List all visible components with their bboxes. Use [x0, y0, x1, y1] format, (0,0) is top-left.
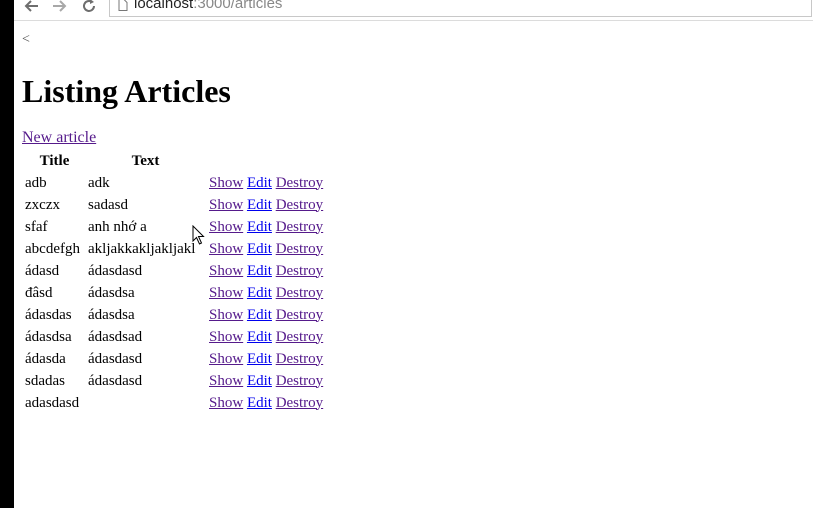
edit-link[interactable]: Edit	[247, 285, 272, 301]
article-text-cell: ádasdsa	[88, 284, 135, 301]
address-bar[interactable]: localhost:3000/articles	[109, 0, 812, 17]
table-row: đâsd ádasdsa Show Edit Destroy	[24, 283, 324, 303]
article-text-cell: adk	[88, 174, 110, 191]
table-row: ádasdsa ádasdsad Show Edit Destroy	[24, 327, 324, 347]
table-row: sfaf anh nhớ a Show Edit Destroy	[24, 217, 324, 237]
destroy-link[interactable]: Destroy	[276, 219, 324, 235]
article-actions-cell: Show Edit Destroy	[206, 371, 324, 391]
url-text: localhost:3000/articles	[134, 0, 282, 12]
article-text-cell	[87, 393, 204, 413]
edit-link[interactable]: Edit	[247, 373, 272, 389]
article-text-cell: akljakkakljakljakl	[88, 240, 196, 257]
table-header-row: Title Text	[24, 151, 324, 171]
destroy-link[interactable]: Destroy	[276, 263, 324, 279]
back-arrow-icon[interactable]	[22, 0, 40, 15]
column-header-actions	[206, 151, 324, 171]
article-actions-cell: Show Edit Destroy	[206, 305, 324, 325]
article-text-cell: ádasdasd	[88, 262, 143, 279]
destroy-link[interactable]: Destroy	[276, 285, 324, 301]
destroy-link[interactable]: Destroy	[276, 241, 324, 257]
column-header-text: Text	[131, 152, 160, 169]
article-text-cell: sadasd	[88, 196, 128, 213]
table-row: ádasdas ádasdsa Show Edit Destroy	[24, 305, 324, 325]
edit-link[interactable]: Edit	[247, 351, 272, 367]
column-header-title: Title	[39, 152, 70, 169]
show-link[interactable]: Show	[209, 175, 243, 191]
article-title-cell: abcdefgh	[25, 240, 80, 257]
forward-arrow-icon[interactable]	[51, 0, 69, 15]
article-actions-cell: Show Edit Destroy	[206, 195, 324, 215]
article-title-cell: sdadas	[25, 372, 65, 389]
show-link[interactable]: Show	[209, 351, 243, 367]
show-link[interactable]: Show	[209, 263, 243, 279]
url-host: localhost	[134, 0, 194, 12]
article-actions-cell: Show Edit Destroy	[206, 327, 324, 347]
article-title-cell: sfaf	[25, 218, 48, 235]
show-link[interactable]: Show	[209, 219, 243, 235]
article-title-cell: ádasdsa	[25, 328, 72, 345]
articles-table: Title Text adb adk Show Edit Destroy zxczx s…	[22, 149, 326, 415]
article-actions-cell: Show Edit Destroy	[206, 283, 324, 303]
show-link[interactable]: Show	[209, 373, 243, 389]
table-row: sdadas ádasdasd Show Edit Destroy	[24, 371, 324, 391]
mouse-pointer-icon	[192, 224, 206, 250]
edit-link[interactable]: Edit	[247, 175, 272, 191]
table-row: ádasda ádasdasd Show Edit Destroy	[24, 349, 324, 369]
destroy-link[interactable]: Destroy	[276, 307, 324, 323]
table-row: adb adk Show Edit Destroy	[24, 173, 324, 193]
show-link[interactable]: Show	[209, 395, 243, 411]
reload-icon[interactable]	[80, 0, 98, 15]
table-body: adb adk Show Edit Destroy zxczx sadasd Show E…	[24, 173, 324, 413]
edit-link[interactable]: Edit	[247, 241, 272, 257]
table-row: zxczx sadasd Show Edit Destroy	[24, 195, 324, 215]
article-text-cell: ádasdsad	[88, 328, 143, 345]
show-link[interactable]: Show	[209, 307, 243, 323]
left-black-strip	[0, 0, 14, 508]
article-text-cell: ádasdasd	[88, 372, 143, 389]
show-link[interactable]: Show	[209, 329, 243, 345]
url-path: :3000/articles	[193, 0, 283, 12]
edit-link[interactable]: Edit	[247, 395, 272, 411]
back-link[interactable]: <	[22, 32, 30, 48]
article-actions-cell: Show Edit Destroy	[206, 173, 324, 193]
article-text-cell: ádasdasd	[88, 350, 143, 367]
show-link[interactable]: Show	[209, 285, 243, 301]
edit-link[interactable]: Edit	[247, 307, 272, 323]
page-icon	[118, 0, 128, 16]
article-actions-cell: Show Edit Destroy	[206, 261, 324, 281]
destroy-link[interactable]: Destroy	[276, 329, 324, 345]
article-title-cell: ádasdas	[25, 306, 72, 323]
article-actions-cell: Show Edit Destroy	[206, 239, 324, 259]
destroy-link[interactable]: Destroy	[276, 197, 324, 213]
article-actions-cell: Show Edit Destroy	[206, 349, 324, 369]
article-actions-cell: Show Edit Destroy	[206, 217, 324, 237]
destroy-link[interactable]: Destroy	[276, 373, 324, 389]
destroy-link[interactable]: Destroy	[276, 395, 324, 411]
browser-toolbar: localhost:3000/articles	[14, 0, 813, 21]
article-text-cell: ádasdsa	[88, 306, 135, 323]
table-row: adasdasd Show Edit Destroy	[24, 393, 324, 413]
show-link[interactable]: Show	[209, 197, 243, 213]
edit-link[interactable]: Edit	[247, 263, 272, 279]
article-title-cell: zxczx	[25, 196, 60, 213]
article-title-cell: adb	[25, 174, 47, 191]
table-row: ádasd ádasdasd Show Edit Destroy	[24, 261, 324, 281]
edit-link[interactable]: Edit	[247, 197, 272, 213]
edit-link[interactable]: Edit	[247, 329, 272, 345]
article-title-cell: adasdasd	[25, 394, 80, 411]
page-title: Listing Articles	[22, 73, 231, 109]
article-title-cell: đâsd	[25, 284, 53, 301]
destroy-link[interactable]: Destroy	[276, 175, 324, 191]
article-actions-cell: Show Edit Destroy	[206, 393, 324, 413]
article-text-cell: anh nhớ a	[88, 218, 147, 235]
destroy-link[interactable]: Destroy	[276, 351, 324, 367]
table-row: abcdefgh akljakkakljakljakl Show Edit Dest…	[24, 239, 324, 259]
article-title-cell: ádasda	[25, 350, 66, 367]
edit-link[interactable]: Edit	[247, 219, 272, 235]
new-article-link[interactable]: New article	[22, 129, 96, 147]
show-link[interactable]: Show	[209, 241, 243, 257]
article-title-cell: ádasd	[25, 262, 60, 279]
